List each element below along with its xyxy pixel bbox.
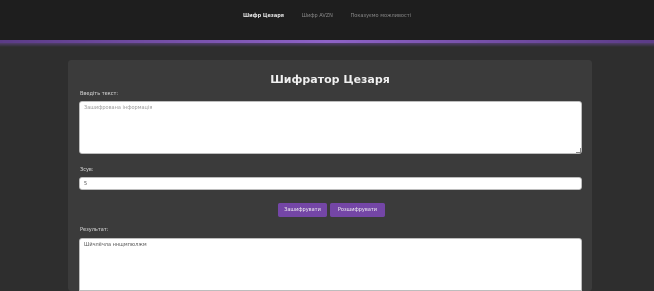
page-title: Шифратор Цезаря [270,73,390,86]
input-text-area[interactable] [79,101,582,154]
shift-label: Зсув: [80,167,94,173]
top-navbar: Шифр Цезаря Шифр AVZN Показуємо можливос… [0,0,654,40]
resize-handle-icon[interactable] [576,148,581,153]
shift-input[interactable] [79,177,582,190]
input-text-label: Введіть текст: [80,91,119,97]
result-text-area[interactable]: Шйчлёчла ннщмпюлжм [79,238,582,291]
cipher-card: Шифратор Цезаря Введіть текст: Зсув: Заш… [68,60,592,291]
result-label: Результат: [80,227,109,233]
nav-item-avzn-cipher[interactable]: Шифр AVZN [302,13,333,19]
accent-glow [0,43,654,47]
nav-item-capabilities[interactable]: Показуємо можливості [351,13,412,19]
decrypt-button[interactable]: Розшифрувати [330,203,385,217]
nav-menu: Шифр Цезаря Шифр AVZN Показуємо можливос… [0,13,654,19]
nav-item-caesar-cipher[interactable]: Шифр Цезаря [243,13,284,19]
encrypt-button[interactable]: Зашифрувати [278,203,327,217]
